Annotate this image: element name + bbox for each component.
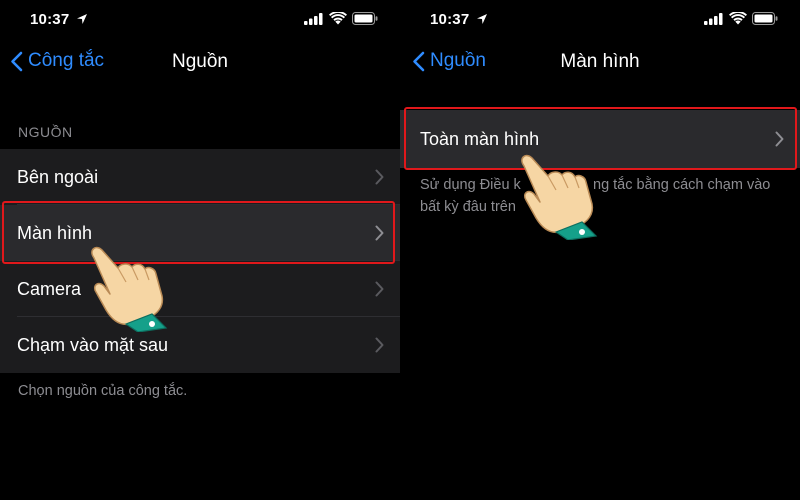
status-bar: 10:37 — [400, 0, 800, 34]
list-item-toan-man-hinh[interactable]: Toàn màn hình — [400, 110, 800, 168]
section-footer-line1-end: ng tắc bằng cách chạm vào — [593, 177, 771, 193]
screen-right: 10:37 Nguồn Màn hình Toàn màn hình Sử dụ… — [400, 0, 800, 500]
back-button-label: Nguồn — [430, 50, 486, 71]
list-item-label: Toàn màn hình — [420, 128, 540, 149]
list-item-man-hinh[interactable]: Màn hình — [0, 205, 400, 261]
status-time: 10:37 — [430, 11, 470, 28]
list-item-ben-ngoai[interactable]: Bên ngoài — [0, 149, 400, 205]
chevron-right-icon — [375, 281, 384, 297]
display-list: Toàn màn hình — [400, 110, 800, 168]
back-button-label: Công tắc — [28, 50, 105, 71]
chevron-right-icon — [375, 169, 384, 185]
list-item-label: Camera — [17, 278, 82, 299]
status-icons — [304, 12, 378, 25]
chevron-right-icon — [775, 131, 784, 147]
nav-bar: Công tắc Nguồn — [0, 34, 400, 84]
signal-icon — [304, 12, 323, 25]
battery-icon — [352, 12, 378, 25]
location-arrow-icon — [477, 14, 487, 24]
chevron-left-icon — [11, 51, 23, 71]
battery-icon — [752, 12, 778, 25]
list-item-label: Màn hình — [17, 222, 93, 243]
section-footer-line2: bất kỳ đâu trên — [420, 199, 516, 215]
wifi-icon — [329, 12, 347, 25]
source-list: Bên ngoài Màn hình Camera Chạm vào mặt s… — [0, 149, 400, 373]
list-item-label: Bên ngoài — [17, 166, 99, 187]
section-footer-line1-start: Sử dụng Điều k — [420, 177, 521, 193]
chevron-right-icon — [375, 337, 384, 353]
section-footer: Chọn nguồn của công tắc. — [18, 383, 188, 399]
back-button[interactable]: Công tắc — [10, 50, 104, 72]
signal-icon — [704, 12, 723, 25]
location-arrow-icon — [77, 14, 87, 24]
status-bar: 10:37 — [0, 0, 400, 34]
nav-bar: Nguồn Màn hình — [400, 34, 800, 84]
wifi-icon — [729, 12, 747, 25]
back-button[interactable]: Nguồn — [412, 50, 486, 72]
list-item-camera[interactable]: Camera — [0, 261, 400, 317]
status-icons — [704, 12, 778, 25]
section-header: NGUỒN — [18, 124, 73, 140]
chevron-right-icon — [375, 225, 384, 241]
list-item-cham-vao-mat-sau[interactable]: Chạm vào mặt sau — [0, 317, 400, 373]
status-time: 10:37 — [30, 11, 70, 28]
list-item-label: Chạm vào mặt sau — [17, 334, 169, 355]
chevron-left-icon — [413, 51, 425, 71]
screen-left: 10:37 Công tắc Nguồn NGUỒN Bên ngoài Màn… — [0, 0, 400, 500]
